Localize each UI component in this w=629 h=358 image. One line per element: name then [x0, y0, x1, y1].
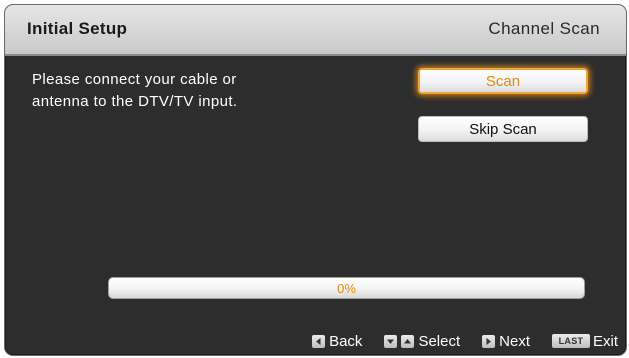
footer-hints: Back Select Next LAST Exit	[290, 331, 618, 351]
instruction-line-2: antenna to the DTV/TV input.	[32, 93, 238, 110]
setup-window: Initial Setup Channel Scan Please connec…	[4, 4, 627, 356]
next-label: Next	[499, 332, 530, 350]
down-arrow-key-icon	[384, 334, 398, 348]
left-arrow-key-icon	[312, 334, 326, 348]
instruction-text: Please connect your cable or antenna to …	[32, 69, 332, 113]
screen-name: Channel Scan	[488, 19, 600, 38]
back-hint[interactable]: Back	[312, 333, 362, 350]
skip-scan-button[interactable]: Skip Scan	[418, 116, 588, 142]
select-hint[interactable]: Select	[384, 333, 460, 350]
last-key-icon: LAST	[551, 334, 590, 348]
exit-hint[interactable]: LAST Exit	[551, 332, 618, 350]
next-hint[interactable]: Next	[482, 333, 530, 350]
up-arrow-key-icon	[401, 334, 415, 348]
page-title: Initial Setup	[27, 19, 128, 38]
right-arrow-key-icon	[482, 334, 496, 348]
header-bar: Initial Setup Channel Scan	[5, 5, 626, 56]
back-label: Back	[329, 332, 363, 350]
select-label: Select	[418, 332, 461, 350]
scan-progress-bar: 0%	[108, 277, 585, 299]
scan-button[interactable]: Scan	[418, 68, 588, 94]
instruction-line-1: Please connect your cable or	[32, 71, 237, 88]
progress-label: 0%	[337, 281, 356, 296]
exit-label: Exit	[592, 332, 618, 350]
